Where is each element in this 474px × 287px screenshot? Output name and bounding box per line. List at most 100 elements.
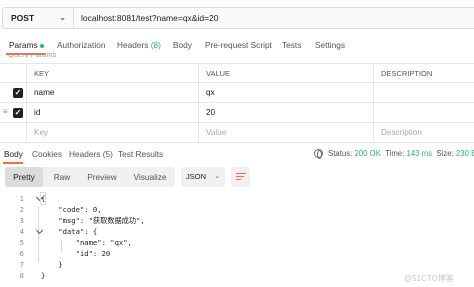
param-value-field[interactable]: 20 [198, 103, 373, 122]
code-line: 4 "data": { [0, 226, 474, 237]
param-key-field[interactable]: id [26, 103, 198, 122]
status-label: Status: [328, 149, 353, 158]
response-status: Status: 200 OK Time: 143 ms Size: 230 B [314, 149, 474, 160]
tab-settings[interactable]: Settings [315, 40, 345, 50]
view-pretty-button[interactable]: Pretty [5, 167, 43, 187]
line-number: 3 [19, 216, 24, 225]
line-number: 1 [19, 194, 24, 203]
chevron-down-icon: ⌄ [214, 173, 220, 180]
table-row: ✓ name qx [0, 83, 474, 103]
url-input[interactable]: localhost:8081/test?name=qx&id=20 [73, 7, 474, 29]
checkmark-icon: ✓ [13, 107, 23, 118]
code-line: 3 "msg": "获取数据成功", [0, 215, 474, 226]
time-label: Time: [385, 149, 405, 158]
code-line: 7 } [0, 259, 474, 270]
param-description-field[interactable] [373, 103, 474, 122]
tab-headers-count: (8) [150, 40, 161, 50]
tab-test-results-label: Test Results [118, 149, 164, 159]
header-value: VALUE [198, 64, 373, 83]
request-url-bar: POST ⌄ localhost:8081/test?name=qx&id=20 [0, 4, 474, 32]
view-mode-group: Pretty Raw Preview Visualize [5, 167, 175, 187]
view-raw-button[interactable]: Raw [45, 167, 79, 187]
tab-tests-label: Tests [282, 40, 302, 50]
line-number: 7 [19, 260, 24, 269]
time-value: 143 ms [406, 149, 433, 158]
param-value-field[interactable]: qx [198, 83, 373, 102]
response-toolbar: Pretty Raw Preview Visualize JSON ⌄ [0, 167, 474, 187]
line-number: 6 [19, 249, 24, 258]
tab-authorization-label: Authorization [57, 40, 106, 50]
tab-params[interactable]: Params [9, 40, 44, 50]
tab-headers-label: Headers [117, 40, 149, 50]
line-number: 2 [19, 205, 24, 214]
watermark: @51CTO博客 [404, 274, 454, 283]
code-line: 8 } [0, 270, 474, 281]
tab-authorization[interactable]: Authorization [57, 40, 105, 50]
wrap-lines-button[interactable] [231, 167, 250, 187]
code-line: 1 { [0, 192, 474, 205]
new-description-input[interactable]: Description [373, 123, 474, 142]
query-params-heading: Query Params [8, 53, 57, 58]
tab-headers[interactable]: Headers (8) [117, 40, 161, 50]
request-tabs: Params Authorization Headers (8) Body Pr… [0, 38, 474, 56]
chevron-down-icon: ⌄ [59, 13, 66, 22]
header-key: KEY [26, 64, 198, 83]
tab-pre-request-label: Pre-request Script [205, 40, 272, 50]
method-label: POST [11, 13, 35, 23]
line-number: 8 [19, 271, 24, 280]
tab-body[interactable]: Body [173, 40, 192, 50]
new-key-input[interactable]: Key [26, 123, 198, 142]
response-tabs: Body Cookies Headers (5) Test Results St… [0, 146, 474, 164]
code-text: "msg": "获取数据成功", [41, 216, 145, 225]
code-text: { [39, 192, 47, 205]
param-key-field[interactable]: name [26, 83, 198, 102]
checkmark-icon: ✓ [13, 87, 23, 98]
format-label: JSON [186, 172, 207, 181]
code-text: "data": { [41, 227, 98, 236]
code-line: 6 "id": 20 [0, 248, 474, 259]
line-number: 4 [19, 227, 24, 236]
code-text: } [41, 271, 46, 280]
param-description-field[interactable] [373, 83, 474, 102]
tab-tests[interactable]: Tests [282, 40, 301, 50]
size-label: Size: [436, 149, 454, 158]
view-visualize-button[interactable]: Visualize [125, 167, 175, 187]
active-dot-icon [39, 43, 44, 48]
tab-pre-request-script[interactable]: Pre-request Script [205, 40, 272, 50]
code-text: "id": 20 [41, 249, 111, 258]
status-value: 200 OK [354, 149, 381, 158]
format-select[interactable]: JSON ⌄ [181, 167, 225, 187]
view-preview-button[interactable]: Preview [81, 167, 123, 187]
tab-cookies-label: Cookies [32, 149, 62, 159]
tab-settings-label: Settings [315, 40, 345, 50]
tab-body-label: Body [173, 40, 192, 50]
line-number: 5 [19, 238, 24, 247]
code-line: 5 "name": "qx", [0, 237, 474, 248]
code-text: "name": "qx", [41, 238, 132, 247]
tab-response-headers-count: (5) [102, 149, 113, 159]
tab-response-body-label: Body [4, 149, 23, 159]
code-text: "code": 0, [41, 205, 102, 214]
url-text: localhost:8081/test?name=qx&id=20 [81, 13, 219, 23]
header-check-cell [0, 64, 26, 83]
tab-test-results[interactable]: Test Results [118, 149, 163, 159]
tab-params-label: Params [9, 40, 38, 50]
table-row: ≡ ✓ id 20 [0, 103, 474, 123]
tab-cookies[interactable]: Cookies [32, 149, 62, 159]
params-header-row: KEY VALUE DESCRIPTION [0, 63, 474, 83]
wrap-lines-icon [235, 173, 246, 181]
method-select[interactable]: POST ⌄ [2, 7, 73, 29]
globe-icon[interactable] [314, 149, 323, 160]
param-checkbox[interactable]: ✓ [0, 103, 26, 122]
tab-response-headers[interactable]: Headers (5) [69, 149, 113, 159]
tab-response-headers-label: Headers [69, 149, 101, 159]
header-description: DESCRIPTION [373, 64, 474, 83]
new-value-input[interactable]: Value [198, 123, 373, 142]
param-checkbox[interactable]: ✓ [0, 83, 26, 102]
active-tab-indicator [3, 162, 23, 164]
code-line: 2 "code": 0, [0, 204, 474, 215]
table-row-new: Key Value Description [0, 123, 474, 143]
code-text: } [41, 260, 63, 269]
size-value: 230 B [455, 149, 474, 158]
tab-response-body[interactable]: Body [4, 149, 23, 159]
